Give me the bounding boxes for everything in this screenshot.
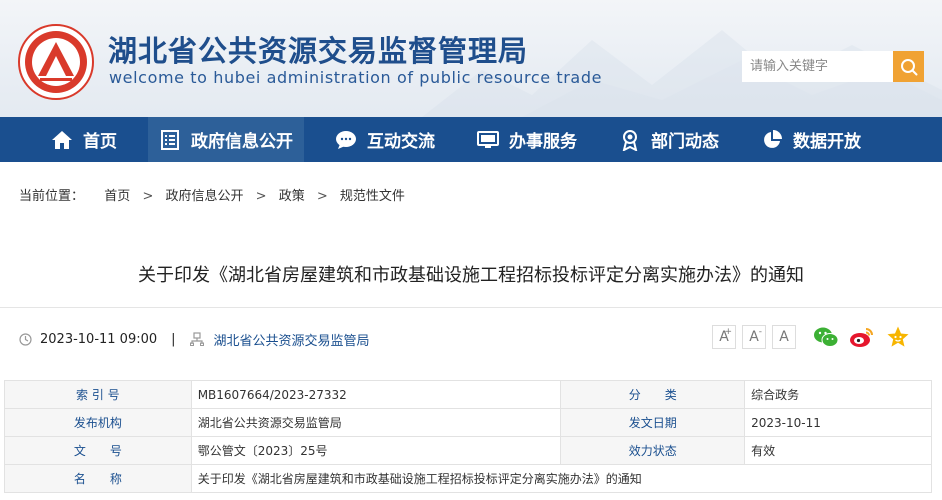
nav-label: 部门动态 (651, 132, 719, 152)
breadcrumb-prefix: 当前位置： (19, 189, 85, 204)
publisher: 湖北省公共资源交易监管局 (213, 333, 370, 349)
info-value: MB1607664/2023-27332 (190, 380, 562, 409)
nav-item-interaction[interactable]: 互动交流 (324, 117, 446, 162)
table-row: 文 号 鄂公管文〔2023〕25号 效力状态 有效 (4, 436, 932, 465)
info-key: 名 称 (4, 464, 192, 493)
info-value: 关于印发《湖北省房屋建筑和市政基础设施工程招标投标评定分离实施办法》的通知 (190, 464, 933, 493)
site-title: 湖北省公共资源交易监督管理局 (108, 34, 529, 68)
nav-item-department[interactable]: 部门动态 (608, 117, 730, 162)
chat-bubble-icon (335, 129, 357, 151)
info-value: 鄂公管文〔2023〕25号 (190, 436, 562, 465)
nav-label: 办事服务 (509, 132, 577, 152)
info-value: 有效 (744, 436, 932, 465)
info-value: 综合政务 (744, 380, 932, 409)
site-subtitle: welcome to hubei administration of publi… (109, 68, 603, 87)
table-row: 名 称 关于印发《湖北省房屋建筑和市政基础设施工程招标投标评定分离实施办法》的通… (4, 464, 933, 493)
nav-label: 数据开放 (793, 132, 861, 152)
info-value: 2023-10-11 (744, 408, 932, 437)
nav-label: 首页 (83, 132, 117, 152)
search-button[interactable] (893, 51, 924, 82)
font-increase-button[interactable]: A + (712, 325, 736, 349)
breadcrumb: 当前位置： 首页 > 政府信息公开 > 政策 > 规范性文件 (19, 185, 405, 204)
table-row: 发布机构 湖北省公共资源交易监管局 发文日期 2023-10-11 (4, 408, 932, 437)
font-size-controls: A + A- A (712, 325, 802, 349)
publish-datetime: 2023-10-11 09:00 (40, 331, 158, 347)
font-button-label: A (749, 329, 759, 345)
search-icon (900, 58, 917, 75)
main-nav: 首页 政府信息公开 互动交流 办事服务 部门动态 数据开放 (0, 117, 942, 162)
info-key: 发文日期 (560, 408, 746, 437)
nav-item-gov-info[interactable]: 政府信息公开 (148, 117, 304, 162)
info-value: 湖北省公共资源交易监管局 (190, 408, 562, 437)
search-input[interactable] (742, 51, 893, 82)
clock-icon (19, 332, 32, 346)
organization-icon (189, 332, 204, 346)
font-button-mark: + (724, 327, 732, 337)
weibo-icon[interactable] (848, 323, 876, 351)
article-meta: 2023-10-11 09:00 | 湖北省公共资源交易监管局 (19, 329, 370, 349)
font-reset-button[interactable]: A (772, 325, 796, 349)
home-icon (51, 129, 73, 151)
breadcrumb-link-home[interactable]: 首页 (104, 189, 130, 204)
badge-icon (619, 129, 641, 151)
nav-label: 政府信息公开 (191, 132, 293, 152)
pie-chart-icon (761, 129, 783, 151)
nav-item-home[interactable]: 首页 (40, 117, 128, 162)
info-key: 分 类 (560, 380, 746, 409)
meta-divider: | (171, 331, 176, 347)
hubei-emblem-icon[interactable] (18, 24, 94, 100)
breadcrumb-separator: > (255, 189, 267, 204)
info-key: 文 号 (4, 436, 192, 465)
document-info-table: 索 引 号 MB1607664/2023-27332 分 类 综合政务 发布机构… (4, 380, 933, 493)
favorite-star-icon[interactable] (884, 323, 912, 351)
document-list-icon (159, 129, 181, 151)
site-header: 湖北省公共资源交易监督管理局 welcome to hubei administ… (0, 0, 942, 117)
breadcrumb-separator: > (142, 189, 154, 204)
info-key: 索 引 号 (4, 380, 192, 409)
article-title: 关于印发《湖北省房屋建筑和市政基础设施工程招标投标评定分离实施办法》的通知 (138, 265, 804, 286)
breadcrumb-link-gov-info[interactable]: 政府信息公开 (166, 189, 244, 204)
info-key: 发布机构 (4, 408, 192, 437)
search-box (742, 51, 924, 82)
nav-item-services[interactable]: 办事服务 (466, 117, 588, 162)
nav-label: 互动交流 (367, 132, 435, 152)
breadcrumb-link-policy[interactable]: 政策 (279, 189, 305, 204)
monitor-icon (477, 129, 499, 151)
nav-item-open-data[interactable]: 数据开放 (750, 117, 872, 162)
font-button-label: A (779, 329, 789, 345)
table-row: 索 引 号 MB1607664/2023-27332 分 类 综合政务 (4, 380, 932, 409)
breadcrumb-link-normative-docs[interactable]: 规范性文件 (340, 189, 405, 204)
breadcrumb-separator: > (316, 189, 328, 204)
font-decrease-button[interactable]: A- (742, 325, 766, 349)
font-button-mark: - (758, 327, 762, 337)
wechat-icon[interactable] (812, 323, 840, 351)
title-divider (0, 307, 942, 308)
info-key: 效力状态 (560, 436, 746, 465)
share-bar (812, 323, 920, 351)
